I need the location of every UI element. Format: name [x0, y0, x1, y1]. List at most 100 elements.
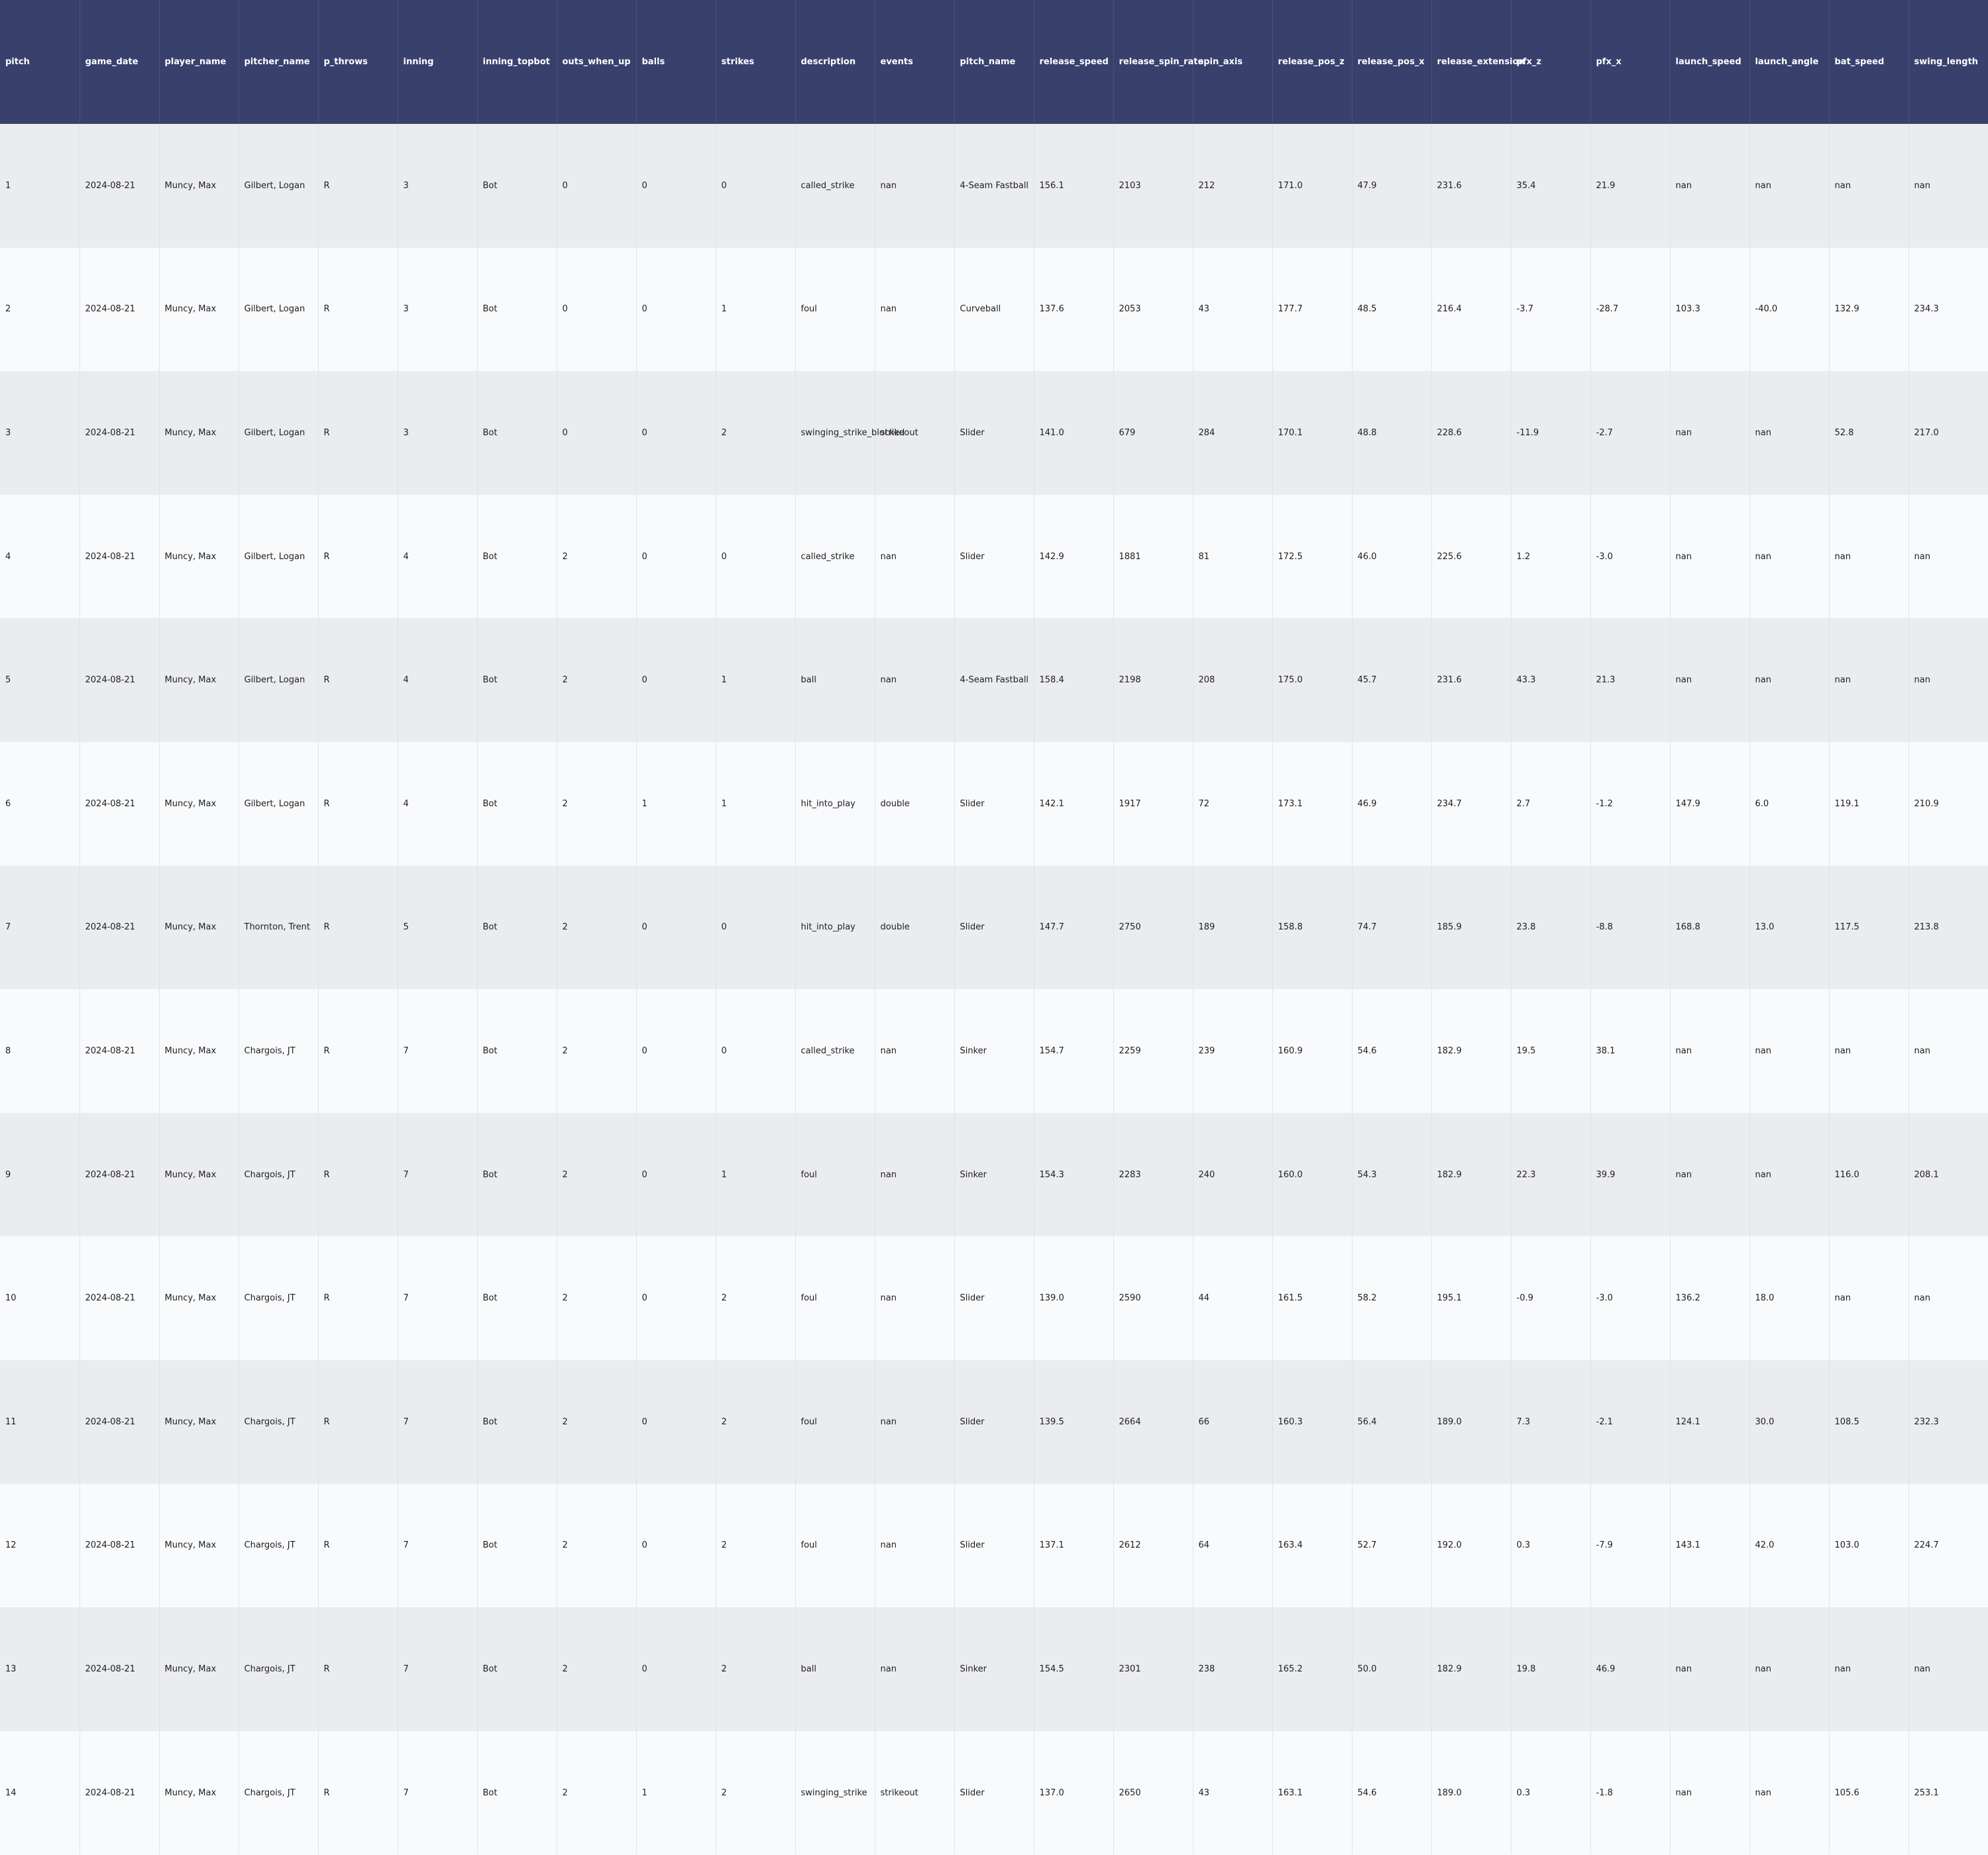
cell-release-pos-z: 160.0 [1272, 1112, 1353, 1237]
column-header-bat-speed[interactable]: bat_speed [1829, 0, 1909, 124]
cell-release-pos-z: 160.3 [1272, 1359, 1353, 1484]
cell-pitch: 1 [0, 124, 80, 248]
column-header-release-extension[interactable]: release_extension [1431, 0, 1525, 124]
column-header-events[interactable]: events [875, 0, 955, 124]
cell-release-pos-x: 50.0 [1352, 1607, 1432, 1731]
column-header-inning-topbot[interactable]: inning_topbot [477, 0, 557, 124]
cell-pfx-x: -7.9 [1590, 1483, 1671, 1608]
cell-release-pos-x: 47.9 [1352, 124, 1432, 248]
column-header-spin-axis[interactable]: spin_axis [1193, 0, 1273, 124]
cell-outs-when-up: 2 [557, 989, 637, 1113]
cell-pfx-z: -0.9 [1511, 1236, 1591, 1360]
cell-game-date: 2024-08-21 [80, 1730, 160, 1855]
column-header-pitch[interactable]: pitch [0, 0, 80, 124]
cell-balls: 0 [636, 1236, 716, 1360]
table-body: 1 2024-08-21 Muncy, Max Gilbert, Logan R 3 Bot… [0, 124, 1988, 1855]
cell-pitcher-name: Chargois, JT [239, 1607, 319, 1731]
cell-description: ball [795, 1607, 875, 1731]
column-header-pfx-z[interactable]: pfx_z [1511, 0, 1591, 124]
cell-game-date: 2024-08-21 [80, 1607, 160, 1731]
cell-outs-when-up: 2 [557, 1607, 637, 1731]
cell-outs-when-up: 2 [557, 1112, 637, 1237]
column-header-balls[interactable]: balls [636, 0, 716, 124]
cell-bat-speed: 105.6 [1829, 1730, 1909, 1855]
cell-pitch-name: Sinker [954, 1607, 1034, 1731]
cell-launch-speed: nan [1670, 371, 1750, 495]
cell-inning: 4 [398, 494, 478, 619]
column-header-pitch-name[interactable]: pitch_name [954, 0, 1034, 124]
column-header-launch-angle[interactable]: launch_angle [1749, 0, 1830, 124]
cell-inning: 7 [398, 1359, 478, 1484]
header-row: pitch game_date player_name pitcher_name p_t… [0, 0, 1988, 124]
cell-balls: 0 [636, 371, 716, 495]
cell-events: nan [875, 494, 955, 619]
cell-outs-when-up: 2 [557, 618, 637, 742]
cell-pitcher-name: Chargois, JT [239, 1730, 319, 1855]
column-header-release-spin-rate[interactable]: release_spin_rate [1113, 0, 1203, 124]
pitch-data-table-container: pitch game_date player_name pitcher_name p_t… [0, 0, 1988, 1855]
cell-description: ball [795, 618, 875, 742]
column-header-pfx-x[interactable]: pfx_x [1590, 0, 1671, 124]
cell-game-date: 2024-08-21 [80, 989, 160, 1113]
cell-spin-axis: 239 [1193, 989, 1273, 1113]
cell-pitch: 7 [0, 865, 80, 990]
cell-release-pos-z: 172.5 [1272, 494, 1353, 619]
table-row: 9 2024-08-21 Muncy, Max Chargois, JT R 7 Bot 2 0… [0, 1112, 1988, 1237]
cell-release-pos-z: 165.2 [1272, 1607, 1353, 1731]
cell-launch-angle: 42.0 [1749, 1483, 1830, 1608]
column-header-outs-when-up[interactable]: outs_when_up [557, 0, 637, 124]
cell-pitch: 3 [0, 371, 80, 495]
cell-strikes: 1 [716, 247, 796, 372]
cell-inning-topbot: Bot [477, 1483, 557, 1608]
column-header-launch-speed[interactable]: launch_speed [1670, 0, 1750, 124]
cell-description: foul [795, 1483, 875, 1608]
cell-inning: 4 [398, 618, 478, 742]
cell-inning-topbot: Bot [477, 989, 557, 1113]
cell-description: foul [795, 247, 875, 372]
cell-launch-speed: 143.1 [1670, 1483, 1750, 1608]
cell-balls: 0 [636, 1483, 716, 1608]
cell-spin-axis: 212 [1193, 124, 1273, 248]
cell-spin-axis: 44 [1193, 1236, 1273, 1360]
cell-spin-axis: 72 [1193, 741, 1273, 866]
column-header-p-throws[interactable]: p_throws [318, 0, 398, 124]
pitch-data-table: pitch game_date player_name pitcher_name p_t… [0, 0, 1988, 1855]
cell-release-extension: 192.0 [1431, 1483, 1512, 1608]
column-header-strikes[interactable]: strikes [716, 0, 796, 124]
cell-pfx-x: -3.0 [1590, 494, 1671, 619]
column-header-game-date[interactable]: game_date [80, 0, 160, 124]
column-header-release-speed[interactable]: release_speed [1034, 0, 1114, 124]
cell-launch-angle: nan [1749, 1730, 1830, 1855]
cell-release-pos-z: 161.5 [1272, 1236, 1353, 1360]
column-header-pitcher-name[interactable]: pitcher_name [239, 0, 319, 124]
cell-pitch-name: Sinker [954, 989, 1034, 1113]
column-header-player-name[interactable]: player_name [159, 0, 239, 124]
cell-pitch: 8 [0, 989, 80, 1113]
cell-swing-length: 213.8 [1908, 865, 1988, 990]
cell-release-spin-rate: 2650 [1113, 1730, 1193, 1855]
column-header-description[interactable]: description [795, 0, 875, 124]
cell-release-pos-z: 173.1 [1272, 741, 1353, 866]
cell-pfx-z: -11.9 [1511, 371, 1591, 495]
cell-inning-topbot: Bot [477, 741, 557, 866]
cell-bat-speed: 119.1 [1829, 741, 1909, 866]
cell-release-spin-rate: 2283 [1113, 1112, 1193, 1237]
cell-pfx-x: 21.9 [1590, 124, 1671, 248]
cell-player-name: Muncy, Max [159, 1730, 239, 1855]
cell-pfx-z: 1.2 [1511, 494, 1591, 619]
column-header-swing-length[interactable]: swing_length [1908, 0, 1988, 124]
cell-pfx-z: 22.3 [1511, 1112, 1591, 1237]
column-header-release-pos-x[interactable]: release_pos_x [1352, 0, 1432, 124]
table-row: 11 2024-08-21 Muncy, Max Chargois, JT R 7 Bot 2… [0, 1359, 1988, 1484]
cell-balls: 1 [636, 1730, 716, 1855]
cell-release-speed: 154.5 [1034, 1607, 1114, 1731]
cell-description: called_strike [795, 124, 875, 248]
column-header-inning[interactable]: inning [398, 0, 478, 124]
cell-balls: 0 [636, 1112, 716, 1237]
cell-swing-length: nan [1908, 124, 1988, 248]
cell-swing-length: 217.0 [1908, 371, 1988, 495]
cell-bat-speed: 132.9 [1829, 247, 1909, 372]
cell-launch-angle: nan [1749, 124, 1830, 248]
column-header-release-pos-z[interactable]: release_pos_z [1272, 0, 1353, 124]
cell-strikes: 2 [716, 1607, 796, 1731]
